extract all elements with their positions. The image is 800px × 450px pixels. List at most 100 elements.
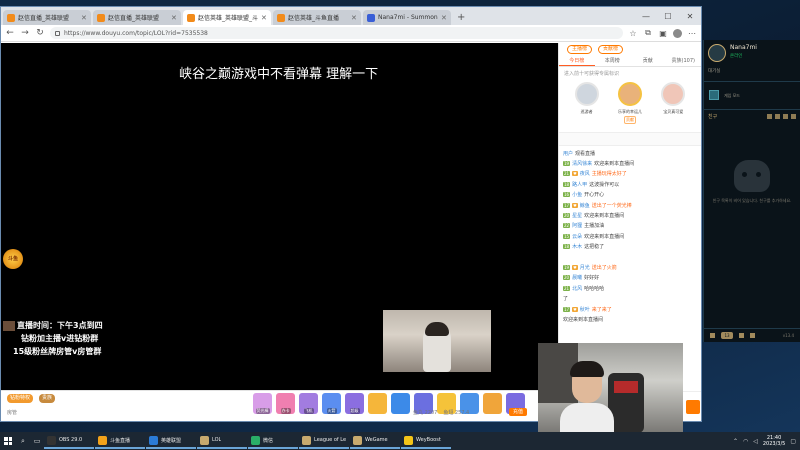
- taskbar-app[interactable]: 英雄联盟: [146, 433, 196, 449]
- chat-username[interactable]: 北风: [572, 285, 582, 292]
- send-button[interactable]: [686, 400, 700, 414]
- volume-icon[interactable]: ◁: [753, 438, 758, 445]
- chat-text: 欢迎来到本直播间: [563, 316, 604, 323]
- taskbar-app[interactable]: 斗鱼直播: [95, 433, 145, 449]
- address-bar[interactable]: https://www.douyu.com/topic/LOL?rid=7535…: [50, 27, 623, 39]
- summoner-avatar[interactable]: [708, 44, 726, 62]
- privilege-chip[interactable]: 贵族: [39, 394, 56, 403]
- podium-entry[interactable]: 宝贝真可爱: [656, 82, 690, 132]
- tab-close-icon[interactable]: ✕: [81, 14, 87, 22]
- podium-avatar: [617, 82, 642, 106]
- anchor-rank-pill[interactable]: 主播榜: [567, 44, 593, 54]
- chat-icon[interactable]: [710, 333, 715, 338]
- taskbar-app[interactable]: WeyBoost: [401, 433, 451, 449]
- minimize-icon[interactable]: —: [635, 12, 657, 21]
- chat-username[interactable]: 晨曦: [572, 274, 582, 281]
- chevron-up-icon[interactable]: ⌃: [733, 438, 738, 445]
- video-player[interactable]: 峡谷之巅游戏中不看弹幕 理解一下 斗鱼 直播时间：下午3点到四 钻粉加主播v进钻…: [1, 43, 558, 390]
- taskbar-app[interactable]: WeGame: [350, 433, 400, 449]
- chat-text: 开心开心: [584, 192, 605, 199]
- summoner-status[interactable]: 온라인: [730, 53, 742, 59]
- taskbar-app[interactable]: League of Le...: [299, 433, 349, 449]
- rank-tab[interactable]: 本周榜: [595, 56, 631, 66]
- chat-message: 18 木木 这把稳了: [563, 242, 697, 252]
- start-button[interactable]: [0, 432, 16, 450]
- chat-username[interactable]: 月光: [580, 264, 590, 271]
- rank-tab[interactable]: 贡献: [630, 56, 666, 66]
- podium-entry[interactable]: 巡游者: [570, 82, 604, 132]
- browser-tab[interactable]: 赵信英雄_英雄联盟_斗鱼 ✕: [183, 10, 271, 25]
- contribution-rank-pill[interactable]: 贡献榜: [598, 44, 624, 54]
- charge-button[interactable]: 充值: [509, 408, 528, 416]
- room-admin-row: 房管: [7, 409, 17, 416]
- chat-username[interactable]: 木木: [572, 243, 582, 250]
- notification-icon[interactable]: ▢: [790, 438, 796, 445]
- collections-icon[interactable]: ▣: [658, 29, 668, 38]
- chat-username[interactable]: 阿狸: [572, 222, 582, 229]
- browser-tab[interactable]: Nana7mi - Summoner Stats✕: [363, 10, 451, 25]
- add-friend-icon[interactable]: [767, 113, 772, 119]
- chat-username[interactable]: 秋叶: [580, 306, 590, 313]
- help-icon[interactable]: [750, 333, 755, 338]
- chat-username[interactable]: 小鱼: [572, 191, 582, 198]
- taskbar-app[interactable]: LOL: [197, 433, 247, 449]
- folder-icon[interactable]: [775, 113, 780, 119]
- search-icon[interactable]: ⌕: [16, 437, 30, 446]
- privilege-chip[interactable]: 钻粉特权: [7, 394, 34, 403]
- chat-username[interactable]: 星星: [572, 212, 582, 219]
- tab-close-icon[interactable]: ✕: [351, 14, 357, 22]
- live-info-line: 15级粉丝牌房管v房管群: [13, 347, 102, 356]
- gift-item[interactable]: [483, 393, 502, 414]
- clock[interactable]: 21:40 2023/3/5: [763, 435, 785, 447]
- user-level-badge: 17: [563, 306, 571, 312]
- more-icon[interactable]: ⋯: [687, 29, 697, 38]
- back-icon[interactable]: ←: [5, 28, 15, 38]
- search-icon[interactable]: [791, 113, 796, 119]
- chat-text: 送出了一个荧光棒: [591, 202, 632, 209]
- notification-pill[interactable]: 13: [721, 332, 733, 339]
- mic-icon[interactable]: [739, 333, 744, 338]
- close-icon[interactable]: ✕: [679, 12, 701, 21]
- list-icon[interactable]: [783, 113, 788, 119]
- gift-item[interactable]: 荧光棒: [253, 393, 272, 414]
- profile-avatar[interactable]: [673, 28, 682, 38]
- friends-header: 친구: [704, 110, 800, 122]
- chat-username[interactable]: 鲸鱼: [580, 202, 590, 209]
- rank-tab[interactable]: 贵族(107): [666, 56, 702, 66]
- podium-badge: 贡献: [623, 116, 636, 124]
- chat-username[interactable]: 用户: [563, 150, 573, 157]
- chat-username[interactable]: 清风徐来: [572, 160, 592, 167]
- gift-item[interactable]: 飞机: [299, 393, 318, 414]
- browser-tab[interactable]: 赵信直播_英雄联盟 ✕: [93, 10, 181, 25]
- new-tab-button[interactable]: +: [453, 10, 469, 25]
- tab-close-icon[interactable]: ✕: [261, 14, 267, 22]
- browser-tab[interactable]: 赵信直播_英雄联盟 ✕: [3, 10, 91, 25]
- task-view-icon[interactable]: ▭: [30, 437, 44, 445]
- user-level-badge: 20: [563, 213, 571, 219]
- taskbar-app[interactable]: OBS 29.0: [44, 433, 94, 449]
- reload-icon[interactable]: ↻: [35, 28, 45, 38]
- gift-item[interactable]: [368, 393, 387, 414]
- douyu-badge: 斗鱼: [3, 249, 23, 269]
- room-admin-label[interactable]: 房管: [7, 409, 17, 416]
- gift-item[interactable]: 火箭: [322, 393, 341, 414]
- star-icon[interactable]: ☆: [628, 29, 638, 38]
- tab-favicon-icon: [7, 13, 15, 22]
- chat-username[interactable]: 路人甲: [572, 181, 587, 188]
- rank-tab[interactable]: 今日榜: [559, 56, 595, 66]
- maximize-icon[interactable]: ☐: [657, 12, 679, 21]
- tab-close-icon[interactable]: ✕: [171, 14, 177, 22]
- network-icon[interactable]: ◠: [743, 438, 748, 445]
- tab-close-icon[interactable]: ✕: [441, 14, 447, 22]
- friends-label: 친구: [708, 113, 718, 120]
- gift-item[interactable]: 超级: [345, 393, 364, 414]
- taskbar-app[interactable]: 微信: [248, 433, 298, 449]
- gift-item[interactable]: [391, 393, 410, 414]
- extension-icon[interactable]: ⧉: [643, 28, 653, 38]
- chat-username[interactable]: 云朵: [572, 233, 582, 240]
- gift-item[interactable]: 办卡: [276, 393, 295, 414]
- podium-entry[interactable]: 乐享的幸运儿 贡献: [613, 82, 647, 132]
- browser-tab[interactable]: 赵信英雄_斗鱼直播 ✕: [273, 10, 361, 25]
- forward-icon[interactable]: →: [20, 28, 30, 38]
- chat-username[interactable]: 夜风: [580, 170, 590, 177]
